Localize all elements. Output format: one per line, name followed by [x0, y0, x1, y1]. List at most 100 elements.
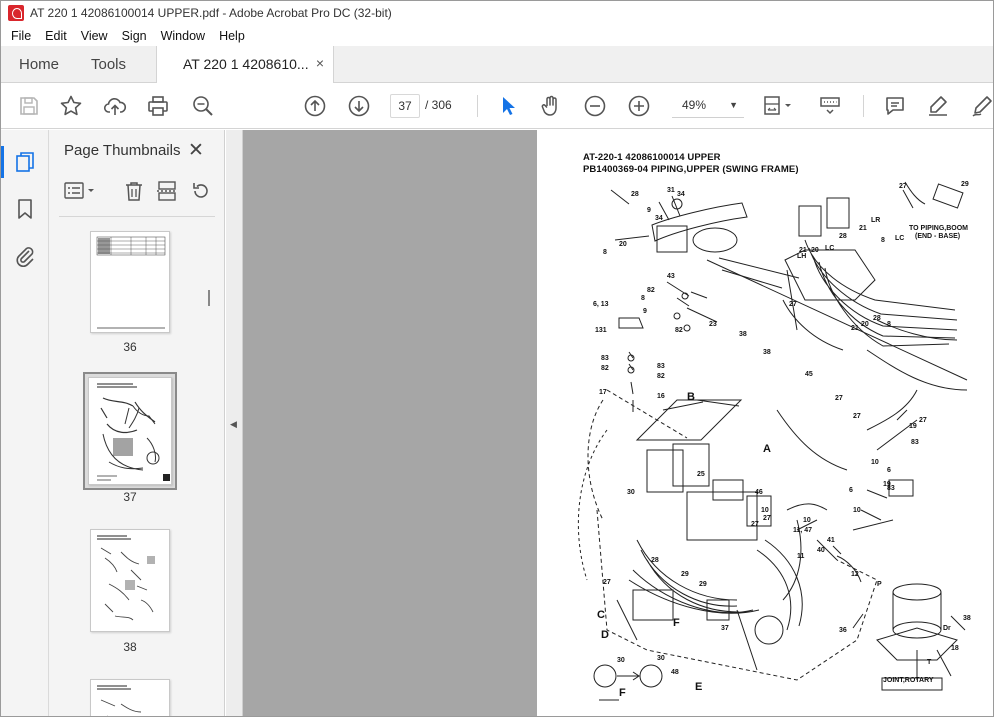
tab-tools[interactable]: Tools [91, 56, 126, 73]
zoom-in-icon[interactable] [626, 93, 652, 119]
callout-label: 43 [667, 273, 675, 280]
rotate-page-icon[interactable] [190, 180, 212, 202]
callout-label: 38 [763, 349, 771, 356]
page-number-input[interactable]: 37 [390, 94, 420, 118]
diagram-section-labels: A B C D E F F [597, 391, 771, 699]
upload-icon[interactable] [102, 93, 128, 119]
section-label: F [619, 687, 626, 699]
callout-label: 28 [651, 557, 659, 564]
note-joint-rotary: JOINT,ROTARY [883, 677, 934, 684]
callout-label: 34 [677, 191, 685, 198]
scrollbar-thumb[interactable] [208, 290, 210, 306]
page-thumbnail-36[interactable] [90, 231, 170, 333]
section-label: C [597, 609, 605, 621]
callout-label: 27 [899, 183, 907, 190]
panel-splitter[interactable]: ◀ [226, 130, 243, 716]
callout-label: LH [797, 253, 806, 260]
menu-file[interactable]: File [1, 29, 38, 43]
comment-icon[interactable] [882, 93, 908, 119]
callout-label: 41 [827, 537, 835, 544]
callout-label: 10 [853, 507, 861, 514]
menu-help[interactable]: Help [212, 29, 252, 43]
thumbnails-scrollbar[interactable] [205, 226, 215, 716]
section-label: E [695, 681, 702, 693]
navigation-rail [1, 130, 49, 716]
highlight-icon[interactable] [925, 93, 951, 119]
select-arrow-icon[interactable] [495, 93, 521, 119]
callout-label: 9 [643, 308, 647, 315]
panel-toolbar [49, 176, 225, 210]
callout-label: 25 [697, 471, 705, 478]
callout-label: 29 [699, 581, 707, 588]
section-label: D [601, 629, 609, 641]
scroll-mode-icon[interactable] [817, 93, 843, 119]
thumbnail-content [96, 236, 166, 329]
callout-label: 38 [739, 331, 747, 338]
callout-label: 83 [601, 355, 609, 362]
close-panel-icon[interactable]: ✕ [188, 139, 204, 162]
menu-view[interactable]: View [74, 29, 115, 43]
callout-label: 27 [919, 417, 927, 424]
rail-active-indicator [1, 146, 4, 178]
bookmark-icon[interactable] [13, 197, 37, 221]
callout-label: 8 [881, 237, 885, 244]
attachment-icon[interactable] [13, 244, 37, 268]
callout-label: 27 [789, 301, 797, 308]
callout-label: 10 [803, 517, 811, 524]
thumbnail-content [97, 535, 155, 621]
zoom-level-select[interactable]: 49% ▼ [672, 94, 744, 118]
callout-label: P [877, 581, 882, 588]
acrobat-window: AT 220 1 42086100014 UPPER.pdf - Adobe A… [0, 0, 994, 717]
note-piping-boom: TO PIPING,BOOM [909, 225, 968, 232]
zoom-level-value: 49% [682, 98, 707, 112]
collapse-panel-icon[interactable]: ◀ [230, 419, 237, 430]
section-label: A [763, 443, 771, 455]
callout-label: 20 [811, 247, 819, 254]
menu-edit[interactable]: Edit [38, 29, 74, 43]
callout-label: 20 [861, 321, 869, 328]
sign-icon[interactable] [969, 93, 993, 119]
page-thumbnail-38[interactable] [90, 529, 170, 632]
fit-page-icon[interactable] [761, 93, 797, 119]
callout-label: 34 [655, 215, 663, 222]
page-thumbnail-39[interactable] [90, 679, 170, 716]
tab-home[interactable]: Home [19, 56, 59, 73]
prev-page-icon[interactable] [302, 93, 328, 119]
delete-page-icon[interactable] [123, 180, 145, 202]
callout-label: 30 [617, 657, 625, 664]
tab-close-icon[interactable]: × [316, 55, 324, 71]
callout-label: 6 [849, 487, 853, 494]
callout-label: 27 [853, 413, 861, 420]
callout-label: 30 [657, 655, 665, 662]
bookmark-star-icon[interactable] [58, 93, 84, 119]
acrobat-logo-icon [8, 5, 24, 21]
pdf-page: AT-220-1 42086100014 UPPER PB1400369-04 … [537, 130, 993, 716]
page-total: / 306 [425, 98, 452, 112]
save-icon[interactable] [16, 93, 42, 119]
thumbnail-options-icon[interactable] [63, 180, 97, 202]
page-thumbnail-37[interactable] [88, 377, 172, 485]
callout-label: 12 [851, 571, 859, 578]
callout-label: 17 [599, 389, 607, 396]
print-icon[interactable] [145, 93, 171, 119]
callout-label: 11 [797, 553, 805, 560]
menu-window[interactable]: Window [154, 29, 212, 43]
thumbnail-content [97, 383, 170, 481]
callout-label: 28 [839, 233, 847, 240]
page-thumbnails-icon[interactable] [13, 150, 37, 174]
callout-label: 19 [909, 423, 917, 430]
tab-document[interactable]: AT 220 1 4208610... × [156, 46, 334, 83]
callout-label: 46 [755, 489, 763, 496]
diagram-notes: TO PIPING,BOOM (END - BASE) JOINT,ROTARY [883, 225, 968, 684]
note-piping-end-base: (END - BASE) [915, 233, 960, 240]
find-zoom-icon[interactable] [190, 93, 216, 119]
callout-label: 8 [603, 249, 607, 256]
menu-sign[interactable]: Sign [115, 29, 154, 43]
zoom-out-icon[interactable] [582, 93, 608, 119]
next-page-icon[interactable] [346, 93, 372, 119]
extract-page-icon[interactable] [156, 180, 178, 202]
callout-label: 16 [657, 393, 665, 400]
callout-label: 31 [667, 187, 675, 194]
callout-label: 20 [619, 241, 627, 248]
hand-icon[interactable] [538, 93, 564, 119]
